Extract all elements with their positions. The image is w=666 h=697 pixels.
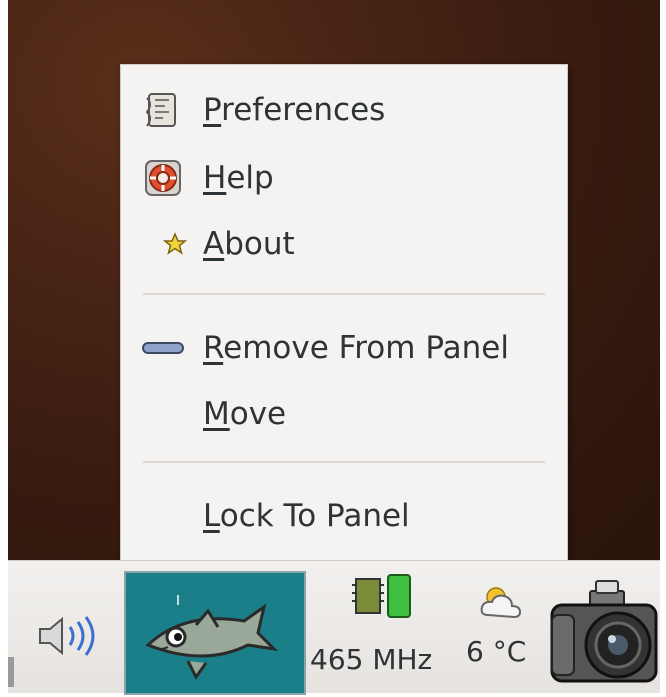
menu-item-label: Remove From Panel (203, 330, 509, 366)
bottom-panel: 465 MHz 6 °C (8, 560, 660, 695)
fish-applet[interactable] (124, 571, 306, 695)
about-star-icon (151, 220, 199, 268)
menu-item-label: Lock To Panel (203, 498, 410, 534)
menu-item-about[interactable]: About (121, 215, 567, 273)
menu-item-help[interactable]: Help (121, 149, 567, 207)
cpu-frequency-icon[interactable] (348, 571, 418, 621)
panel-handle[interactable] (8, 657, 14, 687)
preferences-icon (139, 86, 187, 134)
menu-item-remove-from-panel[interactable]: Remove From Panel (121, 319, 567, 377)
help-lifebuoy-icon (139, 154, 187, 202)
menu-item-move[interactable]: Move (121, 385, 567, 443)
menu-item-label: About (203, 226, 295, 262)
camera-icon[interactable] (542, 575, 660, 693)
menu-separator (143, 293, 545, 295)
applet-context-menu: Preferences Help About Remove From Panel… (120, 64, 568, 561)
remove-icon (139, 324, 187, 372)
fish-icon (145, 595, 279, 680)
menu-item-preferences[interactable]: Preferences (121, 81, 567, 139)
menu-item-label: Help (203, 160, 274, 196)
weather-partly-cloudy-icon[interactable] (476, 579, 526, 623)
cpu-frequency-label: 465 MHz (310, 643, 433, 676)
volume-icon[interactable] (30, 611, 110, 661)
menu-item-label: Preferences (203, 92, 386, 128)
menu-item-label: Move (203, 396, 287, 432)
menu-separator (143, 461, 545, 463)
menu-item-lock-to-panel[interactable]: Lock To Panel (121, 487, 567, 545)
temperature-label: 6 °C (466, 635, 527, 668)
